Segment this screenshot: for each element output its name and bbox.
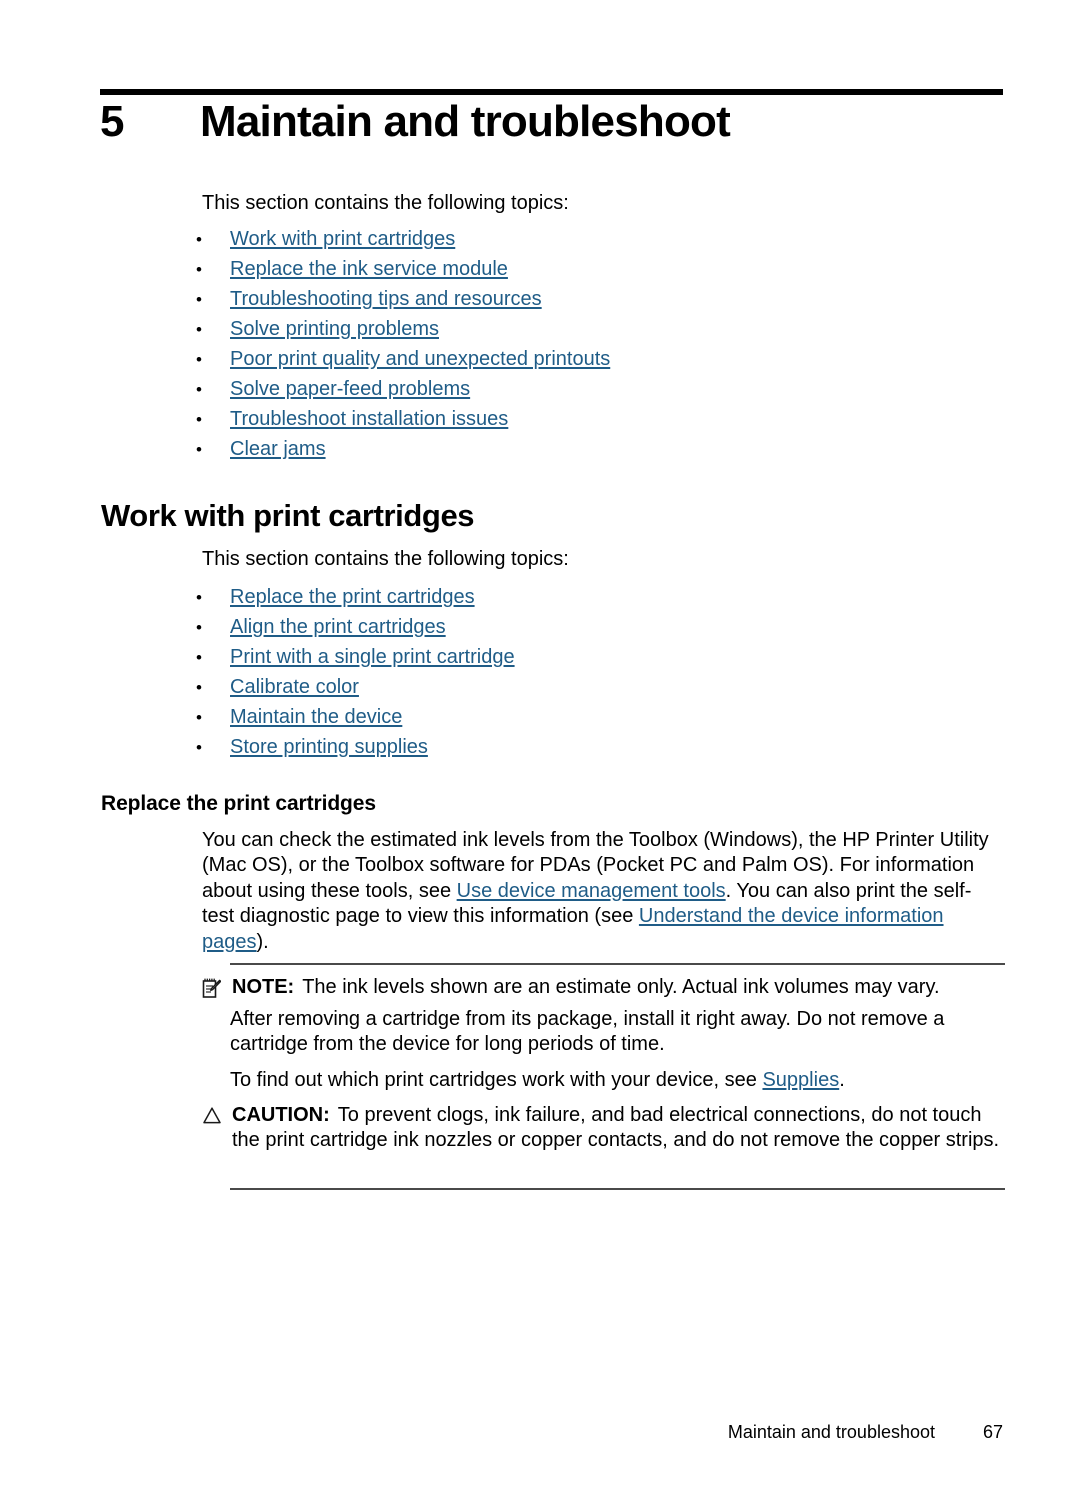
- link-poor-print-quality-and-unexpected-printouts[interactable]: Poor print quality and unexpected printo…: [230, 344, 610, 374]
- list-item[interactable]: • Replace the ink service module: [196, 254, 610, 284]
- bullet-icon: •: [196, 290, 202, 309]
- caution-text: To prevent clogs, ink failure, and bad e…: [232, 1104, 1000, 1152]
- bullet-icon: •: [196, 588, 202, 607]
- paragraph-text-part3: ).: [256, 930, 269, 953]
- chapter-topics-list: • Work with print cartridges • Replace t…: [196, 224, 610, 464]
- link-work-with-print-cartridges[interactable]: Work with print cartridges: [230, 224, 455, 254]
- bullet-icon: •: [196, 380, 202, 399]
- bullet-icon: •: [196, 350, 202, 369]
- chapter-title: Maintain and troubleshoot: [200, 97, 731, 146]
- after-note-paragraph: After removing a cartridge from its pack…: [230, 1008, 945, 1056]
- footer-title: Maintain and troubleshoot: [727, 1422, 935, 1442]
- note-body: NOTE: The ink levels shown are an estimat…: [232, 975, 1007, 1000]
- link-print-with-a-single-print-cartridge[interactable]: Print with a single print cartridge: [230, 642, 515, 672]
- list-item[interactable]: • Troubleshoot installation issues: [196, 404, 610, 434]
- note-admonition: NOTE: The ink levels shown are an estimat…: [202, 975, 1007, 1006]
- supplies-paragraph: To find out which print cartridges work …: [230, 1068, 1005, 1093]
- caution-bottom-rule: [230, 1188, 1005, 1190]
- link-clear-jams[interactable]: Clear jams: [230, 434, 326, 464]
- link-solve-printing-problems[interactable]: Solve printing problems: [230, 314, 439, 344]
- link-supplies[interactable]: Supplies: [762, 1069, 839, 1091]
- chapter-divider-rule: [100, 89, 1003, 95]
- bullet-icon: •: [196, 260, 202, 279]
- bullet-icon: •: [196, 230, 202, 249]
- subsection-paragraph: You can check the estimated ink levels f…: [202, 828, 1002, 955]
- link-replace-the-print-cartridges[interactable]: Replace the print cartridges: [230, 582, 475, 612]
- document-page: 5 Maintain and troubleshoot This section…: [0, 0, 1080, 1495]
- caution-label: CAUTION:: [232, 1104, 330, 1126]
- list-item[interactable]: • Align the print cartridges: [196, 612, 515, 642]
- bullet-icon: •: [196, 708, 202, 727]
- link-troubleshoot-installation-issues[interactable]: Troubleshoot installation issues: [230, 404, 508, 434]
- link-align-the-print-cartridges[interactable]: Align the print cartridges: [230, 612, 446, 642]
- list-item[interactable]: • Poor print quality and unexpected prin…: [196, 344, 610, 374]
- list-item[interactable]: • Print with a single print cartridge: [196, 642, 515, 672]
- link-replace-the-ink-service-module[interactable]: Replace the ink service module: [230, 254, 508, 284]
- bullet-icon: •: [196, 678, 202, 697]
- list-item[interactable]: • Clear jams: [196, 434, 610, 464]
- bullet-icon: •: [196, 320, 202, 339]
- chapter-intro-text: This section contains the following topi…: [202, 192, 569, 214]
- subsection-heading-replace-the-print-cartridges: Replace the print cartridges: [101, 792, 376, 815]
- link-store-printing-supplies[interactable]: Store printing supplies: [230, 732, 428, 762]
- chapter-number: 5: [100, 97, 124, 146]
- footer-page-number: 67: [982, 1422, 1003, 1442]
- bullet-icon: •: [196, 648, 202, 667]
- bullet-icon: •: [196, 618, 202, 637]
- list-item[interactable]: • Solve printing problems: [196, 314, 610, 344]
- supplies-text-part1: To find out which print cartridges work …: [230, 1069, 763, 1091]
- bullet-icon: •: [196, 440, 202, 459]
- supplies-text-part2: .: [839, 1069, 845, 1091]
- caution-admonition: CAUTION: To prevent clogs, ink failure, a…: [202, 1103, 1007, 1154]
- chapter-header: 5 Maintain and troubleshoot: [100, 98, 1010, 146]
- link-use-device-management-tools[interactable]: Use device management tools: [457, 880, 726, 902]
- list-item[interactable]: • Maintain the device: [196, 702, 515, 732]
- list-item[interactable]: • Solve paper-feed problems: [196, 374, 610, 404]
- list-item[interactable]: • Replace the print cartridges: [196, 582, 515, 612]
- section-topics-list: • Replace the print cartridges • Align t…: [196, 582, 515, 762]
- list-item[interactable]: • Work with print cartridges: [196, 224, 610, 254]
- notepad-pencil-icon: [202, 975, 232, 1006]
- link-calibrate-color[interactable]: Calibrate color: [230, 672, 359, 702]
- section-intro-text: This section contains the following topi…: [202, 548, 569, 570]
- caution-body: CAUTION: To prevent clogs, ink failure, a…: [232, 1103, 1007, 1154]
- section-heading-work-with-print-cartridges: Work with print cartridges: [101, 498, 475, 533]
- link-troubleshooting-tips-and-resources[interactable]: Troubleshooting tips and resources: [230, 284, 542, 314]
- note-text: The ink levels shown are an estimate onl…: [302, 976, 940, 998]
- link-maintain-the-device[interactable]: Maintain the device: [230, 702, 402, 732]
- bullet-icon: •: [196, 738, 202, 757]
- bullet-icon: •: [196, 410, 202, 429]
- list-item[interactable]: • Store printing supplies: [196, 732, 515, 762]
- note-top-rule: [230, 963, 1005, 965]
- list-item[interactable]: • Troubleshooting tips and resources: [196, 284, 610, 314]
- list-item[interactable]: • Calibrate color: [196, 672, 515, 702]
- link-solve-paper-feed-problems[interactable]: Solve paper-feed problems: [230, 374, 470, 404]
- note-label: NOTE:: [232, 976, 295, 998]
- warning-triangle-icon: [202, 1103, 232, 1132]
